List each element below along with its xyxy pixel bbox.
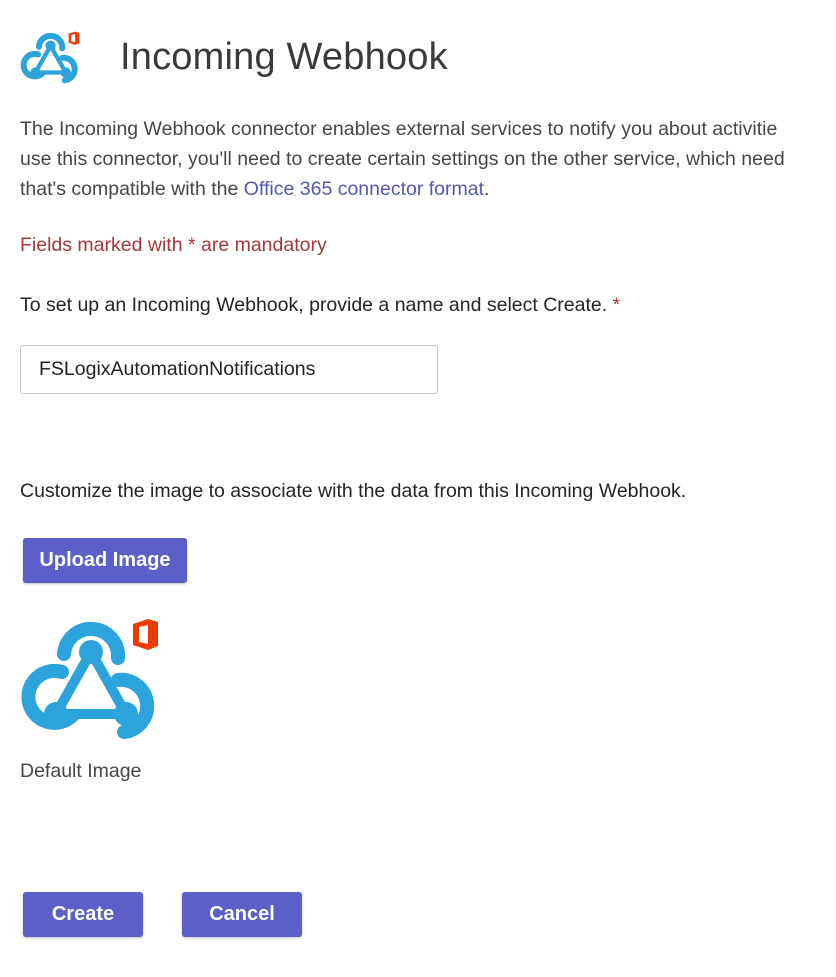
webhook-name-label-text: To set up an Incoming Webhook, provide a… [20, 294, 613, 316]
header [20, 28, 82, 92]
webhook-office-icon [21, 619, 158, 739]
mandatory-fields-note: Fields marked with * are mandatory [20, 234, 327, 256]
intro-line-2: use this connector, you'll need to creat… [20, 148, 785, 170]
page-title: Incoming Webhook [120, 36, 448, 78]
intro-line-3-suffix: . [484, 178, 490, 200]
intro-line-3-prefix: that's compatible with the [20, 178, 244, 200]
webhook-name-label: To set up an Incoming Webhook, provide a… [20, 294, 620, 317]
webhook-name-input[interactable] [20, 345, 438, 394]
office-365-connector-format-link[interactable]: Office 365 connector format [244, 178, 484, 200]
default-image-caption: Default Image [20, 760, 142, 782]
create-button[interactable]: Create [23, 892, 143, 937]
customize-image-label: Customize the image to associate with th… [20, 480, 687, 502]
intro-line-3: that's compatible with the Office 365 co… [20, 174, 836, 204]
intro-description: The Incoming Webhook connector enables e… [20, 114, 836, 204]
upload-image-button[interactable]: Upload Image [23, 538, 187, 583]
required-marker: * [612, 294, 621, 316]
intro-line-1: The Incoming Webhook connector enables e… [20, 118, 778, 140]
cancel-button[interactable]: Cancel [182, 892, 302, 937]
webhook-office-icon [20, 31, 80, 84]
